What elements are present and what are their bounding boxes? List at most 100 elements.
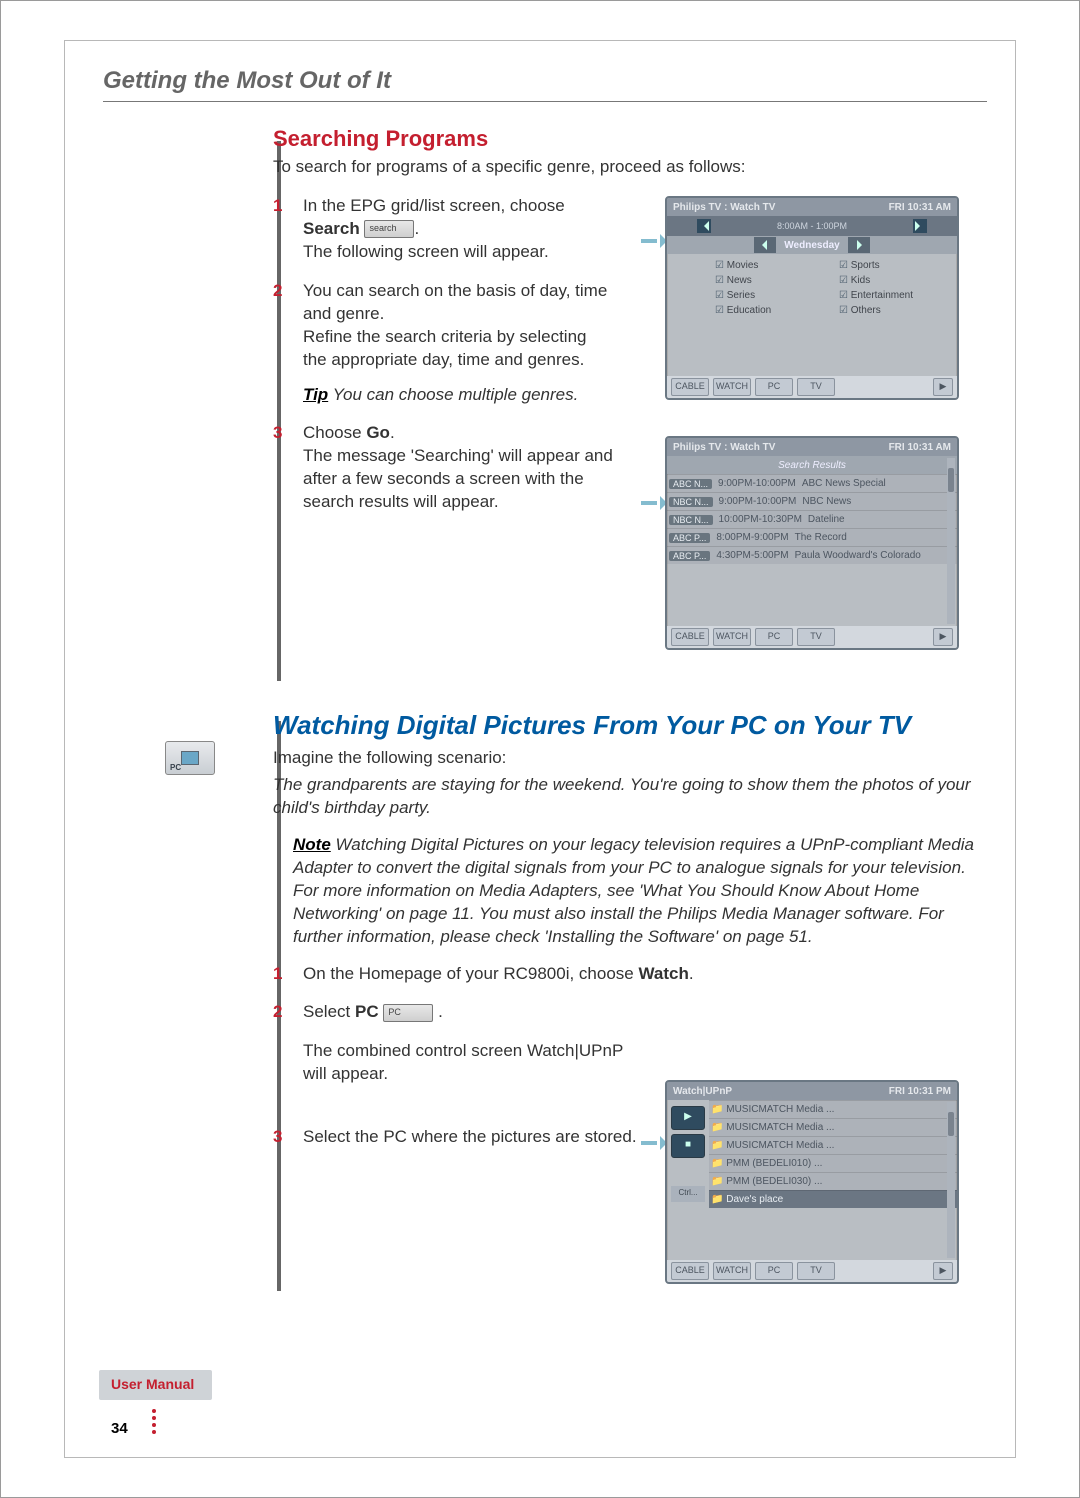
- shot2-heading-bar: Search Results: [667, 456, 957, 474]
- section-watching-pictures: Watching Digital Pictures From Your PC o…: [273, 710, 987, 1270]
- upnp-row-1[interactable]: MUSICMATCH Media ...: [709, 1100, 957, 1118]
- pc-screen-icon: [181, 751, 199, 765]
- shot3-titlebar: Watch|UPnP FRI 10:31 PM: [667, 1082, 957, 1100]
- r1-ch: ABC N...: [669, 479, 712, 489]
- s2-step2-line2: The combined control screen Watch|UPnP w…: [303, 1040, 643, 1086]
- shot2-body: ABC N...9:00PM-10:00PMABC News Special N…: [667, 474, 957, 564]
- time-prev-icon[interactable]: [697, 219, 711, 233]
- footer2-btn-tv[interactable]: TV: [797, 628, 835, 646]
- manual-label-box: User Manual: [99, 1370, 212, 1400]
- r5-ch: ABC P...: [669, 551, 710, 561]
- shot3-left-controls: ▶ ■ Ctrl...: [667, 1100, 709, 1208]
- footer3-btn-watch[interactable]: WATCH: [713, 1262, 751, 1280]
- section1-heading: Searching Programs: [273, 126, 987, 152]
- shot2-heading: Search Results: [778, 460, 846, 471]
- arrow-to-shot2: [641, 496, 667, 510]
- step2-tip: Tip You can choose multiple genres.: [303, 384, 613, 407]
- step1-bold: Search: [303, 219, 360, 238]
- footer3-go-icon[interactable]: ▶: [933, 1262, 953, 1280]
- time-next-icon[interactable]: [913, 219, 927, 233]
- footer2-btn-cable[interactable]: CABLE: [671, 628, 709, 646]
- upnp-row-3[interactable]: MUSICMATCH Media ...: [709, 1136, 957, 1154]
- section2-heading: Watching Digital Pictures From Your PC o…: [273, 710, 987, 741]
- upnp-row-6[interactable]: Dave's place: [709, 1190, 957, 1208]
- footer2-btn-pc[interactable]: PC: [755, 628, 793, 646]
- genre-others[interactable]: Others: [839, 305, 949, 316]
- shot1-day: Wednesday: [784, 240, 839, 251]
- shot1-footer: CABLE WATCH PC TV ▶: [667, 376, 957, 398]
- search-button-icon[interactable]: search: [364, 220, 414, 238]
- shot2-scrollbar[interactable]: [947, 458, 955, 624]
- shot2-titlebar: Philips TV : Watch TV FRI 10:31 AM: [667, 438, 957, 456]
- result-row-4[interactable]: ABC P...8:00PM-9:00PMThe Record: [667, 528, 957, 546]
- genre-series[interactable]: Series: [715, 290, 825, 301]
- upnp-r6: Dave's place: [711, 1194, 783, 1205]
- screenshot-search-results: Philips TV : Watch TV FRI 10:31 AM Searc…: [665, 436, 959, 650]
- shot1-time-range: 8:00AM - 1:00PM: [777, 221, 847, 231]
- result-row-2[interactable]: NBC N...9:00PM-10:00PMNBC News: [667, 492, 957, 510]
- shot3-list: MUSICMATCH Media ... MUSICMATCH Media ..…: [709, 1100, 957, 1208]
- footer3-btn-cable[interactable]: CABLE: [671, 1262, 709, 1280]
- genre-entertainment[interactable]: Entertainment: [839, 290, 949, 301]
- r5-prog: Paula Woodward's Colorado: [795, 550, 921, 561]
- footer2-go-icon[interactable]: ▶: [933, 628, 953, 646]
- shot1-title: Philips TV : Watch TV: [673, 202, 775, 213]
- pc-button-icon[interactable]: PC: [383, 1004, 433, 1022]
- genre-movies[interactable]: Movies: [715, 260, 825, 271]
- upnp-r4: PMM (BEDELI010) ...: [711, 1158, 822, 1169]
- footer-go-icon[interactable]: ▶: [933, 378, 953, 396]
- footer2-btn-watch[interactable]: WATCH: [713, 628, 751, 646]
- genre-sports[interactable]: Sports: [839, 260, 949, 271]
- s2-step-2: Select PC PC . The combined control scre…: [273, 1001, 643, 1086]
- footer-btn-watch[interactable]: WATCH: [713, 378, 751, 396]
- section2-scenario: The grandparents are staying for the wee…: [273, 774, 987, 820]
- content: Searching Programs To search for program…: [103, 126, 987, 1270]
- r2-time: 9:00PM-10:00PM: [719, 496, 797, 507]
- r3-prog: Dateline: [808, 514, 845, 525]
- result-row-1[interactable]: ABC N...9:00PM-10:00PMABC News Special: [667, 474, 957, 492]
- r3-time: 10:00PM-10:30PM: [719, 514, 802, 525]
- screenshot-watch-upnp: Watch|UPnP FRI 10:31 PM ▶ ■ Ctrl... MUSI…: [665, 1080, 959, 1284]
- s2-step2-a: Select: [303, 1002, 355, 1021]
- note-label: Note: [293, 835, 331, 854]
- page-inner: Getting the Most Out of It Searching Pro…: [64, 40, 1016, 1458]
- screenshot-search-genre: Philips TV : Watch TV FRI 10:31 AM 8:00A…: [665, 196, 959, 400]
- footer-btn-cable[interactable]: CABLE: [671, 378, 709, 396]
- section2-note: Note Watching Digital Pictures on your l…: [293, 834, 987, 949]
- step3-after: .: [390, 423, 395, 442]
- section1-lead: To search for programs of a specific gen…: [273, 156, 987, 179]
- result-row-5[interactable]: ABC P...4:30PM-5:00PMPaula Woodward's Co…: [667, 546, 957, 564]
- shot3-footer: CABLE WATCH PC TV ▶: [667, 1260, 957, 1282]
- footer3-btn-tv[interactable]: TV: [797, 1262, 835, 1280]
- tip-text: You can choose multiple genres.: [333, 385, 579, 404]
- r4-prog: The Record: [795, 532, 847, 543]
- s2-step3-line1: Select the PC where the pictures are sto…: [303, 1127, 637, 1146]
- day-prev-icon[interactable]: [754, 237, 776, 253]
- step1-text-a: In the EPG grid/list screen, choose: [303, 196, 565, 215]
- upnp-r1: MUSICMATCH Media ...: [711, 1104, 834, 1115]
- upnp-row-2[interactable]: MUSICMATCH Media ...: [709, 1118, 957, 1136]
- r4-time: 8:00PM-9:00PM: [716, 532, 788, 543]
- genre-kids[interactable]: Kids: [839, 275, 949, 286]
- r3-ch: NBC N...: [669, 515, 713, 525]
- footer-btn-pc[interactable]: PC: [755, 378, 793, 396]
- ctrl-button[interactable]: Ctrl...: [671, 1186, 705, 1202]
- upnp-r5: PMM (BEDELI030) ...: [711, 1176, 822, 1187]
- day-next-icon[interactable]: [848, 237, 870, 253]
- section-searching-programs: Searching Programs To search for program…: [273, 126, 987, 686]
- page-number-row: 34: [99, 1406, 212, 1437]
- result-row-3[interactable]: NBC N... 10:00PM-10:30PM Dateline: [667, 510, 957, 528]
- upnp-row-5[interactable]: PMM (BEDELI030) ...: [709, 1172, 957, 1190]
- page-number: 34: [111, 1420, 128, 1437]
- upnp-r3: MUSICMATCH Media ...: [711, 1140, 834, 1151]
- step-3: Choose Go. The message 'Searching' will …: [273, 422, 613, 514]
- s2-step1-after: .: [689, 964, 694, 983]
- shot3-scrollbar[interactable]: [947, 1102, 955, 1258]
- genre-education[interactable]: Education: [715, 305, 825, 316]
- footer-btn-tv[interactable]: TV: [797, 378, 835, 396]
- genre-news[interactable]: News: [715, 275, 825, 286]
- footer3-btn-pc[interactable]: PC: [755, 1262, 793, 1280]
- stop-icon[interactable]: ■: [671, 1134, 705, 1158]
- upnp-row-4[interactable]: PMM (BEDELI010) ...: [709, 1154, 957, 1172]
- play-icon[interactable]: ▶: [671, 1106, 705, 1130]
